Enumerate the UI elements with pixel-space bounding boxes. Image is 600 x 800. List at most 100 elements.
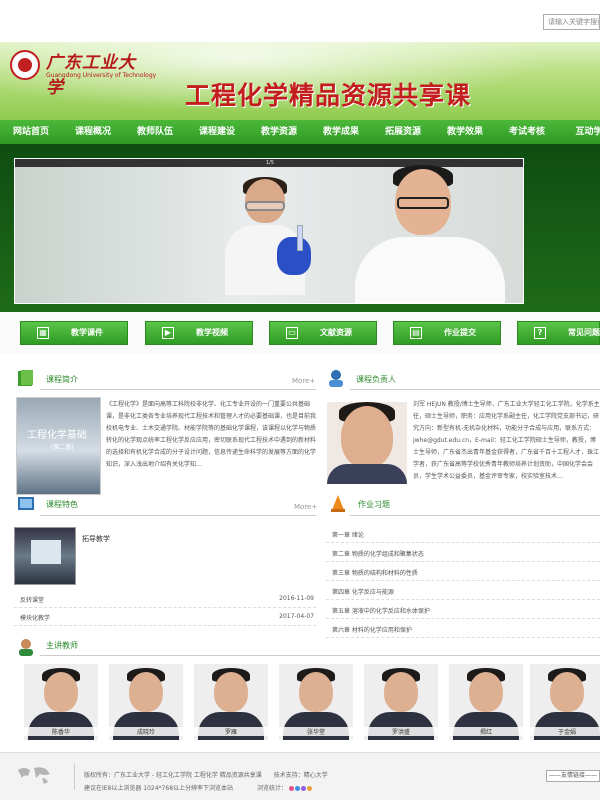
world-map-icon — [18, 767, 50, 784]
teacher-card[interactable]: 罗洪盛 — [364, 664, 438, 740]
teacher-name: 罗雁 — [194, 727, 268, 736]
quick-link-faq[interactable]: ? 常见问题 — [517, 321, 600, 345]
teacher-name: 张华堂 — [279, 727, 353, 736]
feature-icon — [18, 497, 34, 510]
book-title: 工程化学基础 — [27, 430, 87, 441]
list-item[interactable]: 模块化教学 2017-04-07 — [14, 608, 316, 626]
quick-link-label: 教学视频 — [196, 328, 228, 337]
list-item-text: 第四章 化学反应与能源 — [332, 589, 394, 596]
list-item-text: 第一章 绪论 — [332, 532, 364, 539]
question-icon: ? — [534, 327, 546, 339]
list-item[interactable]: 第五章 溶液中的化学反应和水体保护 — [326, 600, 600, 619]
nav-item-achievements[interactable]: 教学成果 — [310, 120, 372, 144]
nav-item-extended[interactable]: 拓展资源 — [372, 120, 434, 144]
main-nav: 网站首页 课程概况 教师队伍 课程建设 教学资源 教学成果 拓展资源 教学效果 … — [0, 120, 600, 144]
nav-item-exam[interactable]: 考试考核 — [496, 120, 558, 144]
list-item-date: 2017-04-07 — [279, 613, 314, 620]
list-item-text: 第二章 物质的化学组成和聚集状态 — [332, 551, 424, 558]
feature-item-name[interactable]: 拓导教学 — [82, 534, 110, 544]
homework-title: 作业习题 — [358, 500, 390, 509]
nav-item-course-building[interactable]: 课程建设 — [186, 120, 248, 144]
teacher-card[interactable]: 成晓玲 — [109, 664, 183, 740]
quick-link-courseware[interactable]: ▦ 教学课件 — [20, 321, 128, 345]
slideshow-image[interactable]: 1/5 — [14, 158, 524, 304]
teacher-name: 揭红 — [449, 727, 523, 736]
slide-caption: 1/5 — [15, 159, 523, 167]
university-seal-icon — [10, 50, 40, 80]
stats-badges-icon[interactable] — [288, 785, 313, 792]
section-divider — [40, 389, 316, 390]
teacher-card[interactable]: 揭红 — [449, 664, 523, 740]
teacher-card[interactable]: 罗雁 — [194, 664, 268, 740]
section-divider — [40, 515, 316, 516]
list-item-text: 第六章 材料的化学应用和保护 — [332, 627, 412, 634]
top-strip — [0, 0, 600, 42]
quick-link-label: 作业提交 — [444, 328, 476, 337]
feature-thumbnail[interactable] — [14, 527, 76, 585]
teacher-name: 罗洪盛 — [364, 727, 438, 736]
book-icon — [18, 370, 33, 386]
teacher-card[interactable]: 张华堂 — [279, 664, 353, 740]
leader-icon — [329, 370, 343, 387]
grid-icon: ▦ — [37, 327, 49, 339]
nav-item-overview[interactable]: 课程概况 — [62, 120, 124, 144]
feature-more-link[interactable]: More+ — [294, 503, 317, 511]
intro-text: 《工程化学》是面向高等工科院校非化学、化工专业开设的一门重要公共基础课，是非化工… — [106, 401, 316, 468]
monitor-icon: ▭ — [286, 327, 298, 339]
list-item[interactable]: 第三章 物质的结构和材料的性质 — [326, 562, 600, 581]
person-figure — [345, 165, 505, 303]
list-item[interactable]: 反转课堂 2016-11-09 — [14, 590, 316, 608]
test-tube-figure — [297, 225, 303, 251]
quick-link-label: 教学课件 — [71, 328, 103, 337]
university-logo[interactable]: 广东工业大学 Guangdong University of Technolog… — [10, 48, 156, 98]
quick-link-label: 文献资源 — [320, 328, 352, 337]
intro-title: 课程简介 — [46, 375, 78, 384]
nav-item-home[interactable]: 网站首页 — [0, 120, 62, 144]
list-item-text: 第三章 物质的结构和材料的性质 — [332, 570, 418, 577]
friend-links-select[interactable]: ——友情链接—— — [546, 770, 600, 782]
teacher-card[interactable]: 于金娟 — [530, 664, 600, 740]
intro-more-link[interactable]: More+ — [292, 377, 315, 385]
header-banner: 广东工业大学 Guangdong University of Technolog… — [0, 42, 600, 120]
list-item-text: 反转课堂 — [20, 597, 45, 604]
textbook-cover[interactable]: 工程化学基础 (第二版) — [16, 397, 101, 495]
section-divider — [40, 655, 600, 656]
teacher-name: 陈香华 — [24, 727, 98, 736]
nav-item-teachers[interactable]: 教师队伍 — [124, 120, 186, 144]
list-item-text: 第五章 溶液中的化学反应和水体保护 — [332, 608, 430, 615]
quick-link-label: 常见问题 — [568, 328, 600, 337]
teacher-name: 成晓玲 — [109, 727, 183, 736]
feature-title: 课程特色 — [46, 500, 78, 509]
nav-item-resources[interactable]: 教学资源 — [248, 120, 310, 144]
list-item[interactable]: 第六章 材料的化学应用和保护 — [326, 619, 600, 638]
upload-icon: ▤ — [410, 327, 422, 339]
list-item-text: 模块化教学 — [20, 615, 51, 622]
teacher-name: 于金娟 — [530, 727, 600, 736]
homework-list: 第一章 绪论 第二章 物质的化学组成和聚集状态 第三章 物质的结构和材料的性质 … — [326, 524, 600, 638]
list-item[interactable]: 第二章 物质的化学组成和聚集状态 — [326, 543, 600, 562]
lead-text: 刘军 HEJUN 教授/博士生导师，广东工业大学轻工化工学院，化学系主任，硕士生… — [413, 401, 600, 480]
quick-link-video[interactable]: ▶ 教学视频 — [145, 321, 253, 345]
search-input[interactable]: 请输入关键字搜索 — [543, 14, 600, 30]
list-item[interactable]: 第四章 化学反应与能源 — [326, 581, 600, 600]
glove-figure — [277, 237, 311, 275]
feature-list: 反转课堂 2016-11-09 模块化教学 2017-04-07 — [14, 590, 316, 626]
footer-browser-text: 建议在IE8以上浏览器 1024*768以上分辨率下浏览本站 浏览统计： — [84, 785, 288, 792]
section-divider — [350, 389, 600, 390]
video-icon: ▶ — [162, 327, 174, 339]
nav-item-interaction[interactable]: 互动学 — [558, 120, 600, 144]
lead-photo[interactable] — [327, 402, 407, 484]
cone-icon — [331, 495, 345, 512]
lead-title: 课程负责人 — [356, 375, 396, 384]
teacher-card[interactable]: 陈香华 — [24, 664, 98, 740]
quick-link-literature[interactable]: ▭ 文献资源 — [269, 321, 377, 345]
list-item[interactable]: 第一章 绪论 — [326, 524, 600, 543]
footer-browser-note: 建议在IE8以上浏览器 1024*768以上分辨率下浏览本站 浏览统计： — [84, 783, 313, 792]
book-subtitle: (第二版) — [51, 444, 74, 451]
teacher-icon — [19, 639, 33, 656]
footer-copyright: 版权所有：广东工业大学 - 轻工化工学院 工程化学 精品资源共享课 技术支持：精… — [84, 772, 328, 779]
teachers-title: 主讲教师 — [46, 641, 78, 650]
footer-separator — [74, 764, 75, 790]
nav-item-effect[interactable]: 教学效果 — [434, 120, 496, 144]
quick-link-homework[interactable]: ▤ 作业提交 — [393, 321, 501, 345]
